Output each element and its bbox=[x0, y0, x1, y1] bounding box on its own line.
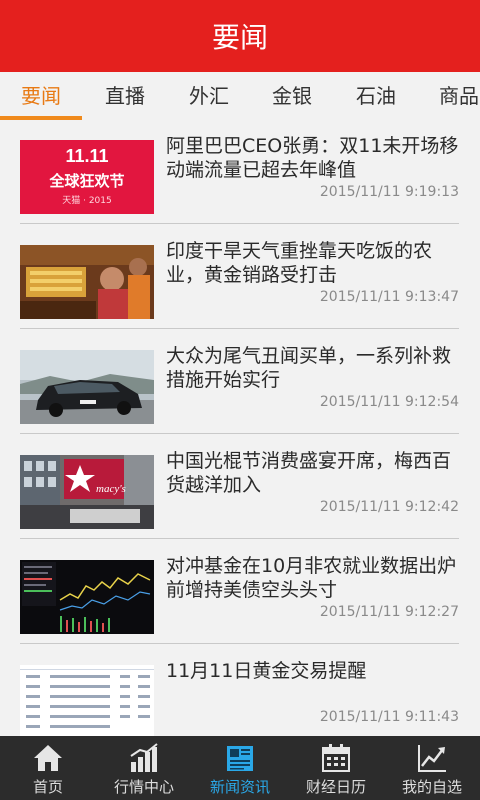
page-title: 要闻 bbox=[211, 21, 268, 54]
news-headline: 中国光棍节消费盛宴开席，梅西百货越洋加入 bbox=[166, 450, 452, 496]
thumbnail-brand-text: 11.11 bbox=[65, 146, 109, 166]
news-timestamp: 2015/11/11 9:12:42 bbox=[319, 499, 459, 515]
news-timestamp: 2015/11/11 9:19:13 bbox=[319, 184, 459, 200]
nav-label: 新闻资讯 bbox=[209, 778, 270, 796]
car-image bbox=[20, 350, 154, 424]
news-thumbnail bbox=[20, 245, 154, 319]
tab-forex[interactable]: 外汇 bbox=[168, 72, 250, 120]
category-tabs: 要闻 直播 外汇 金银 石油 商品 bbox=[0, 72, 480, 120]
tab-commodities[interactable]: 商品 bbox=[418, 72, 480, 120]
nav-label: 行情中心 bbox=[113, 778, 174, 796]
nav-label: 我的自选 bbox=[401, 778, 462, 796]
news-item[interactable]: 印度干旱天气重挫靠天吃饭的农业，黄金销路受打击 2015/11/11 9:13:… bbox=[20, 225, 459, 329]
tab-gold-silver[interactable]: 金银 bbox=[251, 72, 333, 120]
trend-chart-icon bbox=[418, 745, 446, 772]
news-item[interactable]: 11月11日黄金交易提醒 2015/11/11 9:11:43 bbox=[20, 645, 459, 736]
bottom-navigation: 首页 行情中心 新闻资讯 财经日历 我的自选 bbox=[0, 736, 480, 800]
nav-watchlist[interactable]: 我的自选 bbox=[384, 736, 480, 800]
jewelry-shop-image bbox=[20, 245, 154, 319]
bar-chart-icon bbox=[130, 743, 158, 772]
news-headline: 11月11日黄金交易提醒 bbox=[166, 660, 367, 682]
nav-label: 首页 bbox=[32, 778, 63, 796]
tab-yaowen[interactable]: 要闻 bbox=[0, 72, 82, 120]
thumbnail-store-sign: macy's bbox=[96, 483, 126, 495]
news-headline: 印度干旱天气重挫靠天吃饭的农业，黄金销路受打击 bbox=[166, 240, 433, 286]
home-icon bbox=[34, 745, 62, 771]
news-thumbnail bbox=[20, 560, 154, 634]
data-table-image bbox=[20, 665, 154, 736]
calendar-icon bbox=[322, 744, 350, 772]
thumbnail-brand-text: 全球狂欢节 bbox=[49, 172, 125, 190]
nav-market-center[interactable]: 行情中心 bbox=[96, 736, 192, 800]
news-timestamp: 2015/11/11 9:12:54 bbox=[319, 394, 459, 410]
nav-calendar[interactable]: 财经日历 bbox=[288, 736, 384, 800]
news-thumbnail: 11.11 全球狂欢节 天猫 · 2015 bbox=[20, 140, 154, 214]
news-thumbnail: macy's bbox=[20, 455, 154, 529]
nav-label: 财经日历 bbox=[305, 778, 366, 796]
news-list[interactable]: 11.11 全球狂欢节 天猫 · 2015 阿里巴巴CEO张勇：双11未开场移动… bbox=[0, 120, 480, 736]
newspaper-icon bbox=[227, 746, 253, 771]
thumbnail-brand-text: 天猫 · 2015 bbox=[62, 196, 112, 206]
tab-live[interactable]: 直播 bbox=[84, 72, 166, 120]
news-thumbnail bbox=[20, 350, 154, 424]
trading-chart-image bbox=[20, 560, 154, 634]
tab-oil[interactable]: 石油 bbox=[335, 72, 417, 120]
title-bar: 要闻 bbox=[0, 0, 480, 72]
news-headline: 对冲基金在10月非农就业数据出炉前增持美债空头头寸 bbox=[166, 555, 457, 601]
news-item[interactable]: 大众为尾气丑闻买单，一系列补救措施开始实行 2015/11/11 9:12:54 bbox=[20, 330, 459, 434]
nav-home[interactable]: 首页 bbox=[0, 736, 96, 800]
news-thumbnail bbox=[20, 665, 154, 736]
news-timestamp: 2015/11/11 9:13:47 bbox=[319, 289, 459, 305]
news-item[interactable]: 11.11 全球狂欢节 天猫 · 2015 阿里巴巴CEO张勇：双11未开场移动… bbox=[20, 120, 459, 224]
news-timestamp: 2015/11/11 9:12:27 bbox=[319, 604, 459, 620]
nav-news[interactable]: 新闻资讯 bbox=[192, 736, 288, 800]
news-timestamp: 2015/11/11 9:11:43 bbox=[319, 709, 459, 725]
store-facade-image bbox=[20, 455, 154, 529]
news-item[interactable]: macy's 中国光棍节消费盛宴开席，梅西百货越洋加入 2015/11/11 9… bbox=[20, 435, 459, 539]
news-headline: 阿里巴巴CEO张勇：双11未开场移动端流量已超去年峰值 bbox=[166, 135, 459, 181]
news-item[interactable]: 对冲基金在10月非农就业数据出炉前增持美债空头头寸 2015/11/11 9:1… bbox=[20, 540, 459, 644]
news-headline: 大众为尾气丑闻买单，一系列补救措施开始实行 bbox=[166, 345, 452, 391]
